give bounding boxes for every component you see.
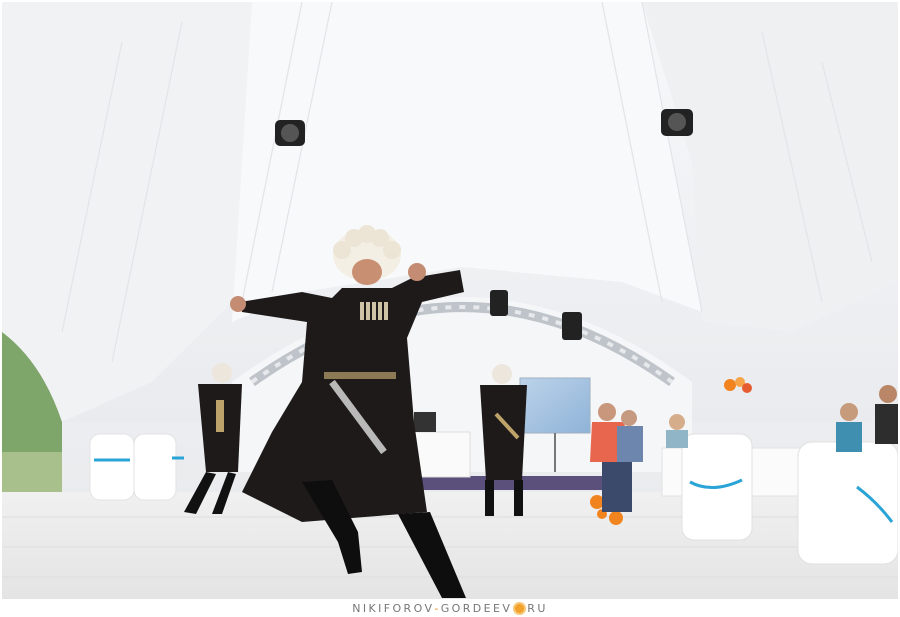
spotlight-right (661, 109, 693, 136)
dance-performance-scene (2, 2, 898, 599)
watermark-part3: RU (527, 601, 548, 615)
watermark: NIKIFOROV - GORDEEV RU (0, 599, 900, 617)
photo (2, 2, 898, 599)
chairs-left (89, 433, 177, 501)
watermark-part1: NIKIFOROV (352, 601, 435, 615)
moving-head-light-1 (490, 290, 508, 316)
moving-head-light-2 (562, 312, 582, 340)
watermark-part2: GORDEEV (440, 601, 513, 615)
spotlight-left (275, 120, 305, 146)
sun-icon (515, 603, 525, 613)
projection-screen (519, 377, 591, 434)
